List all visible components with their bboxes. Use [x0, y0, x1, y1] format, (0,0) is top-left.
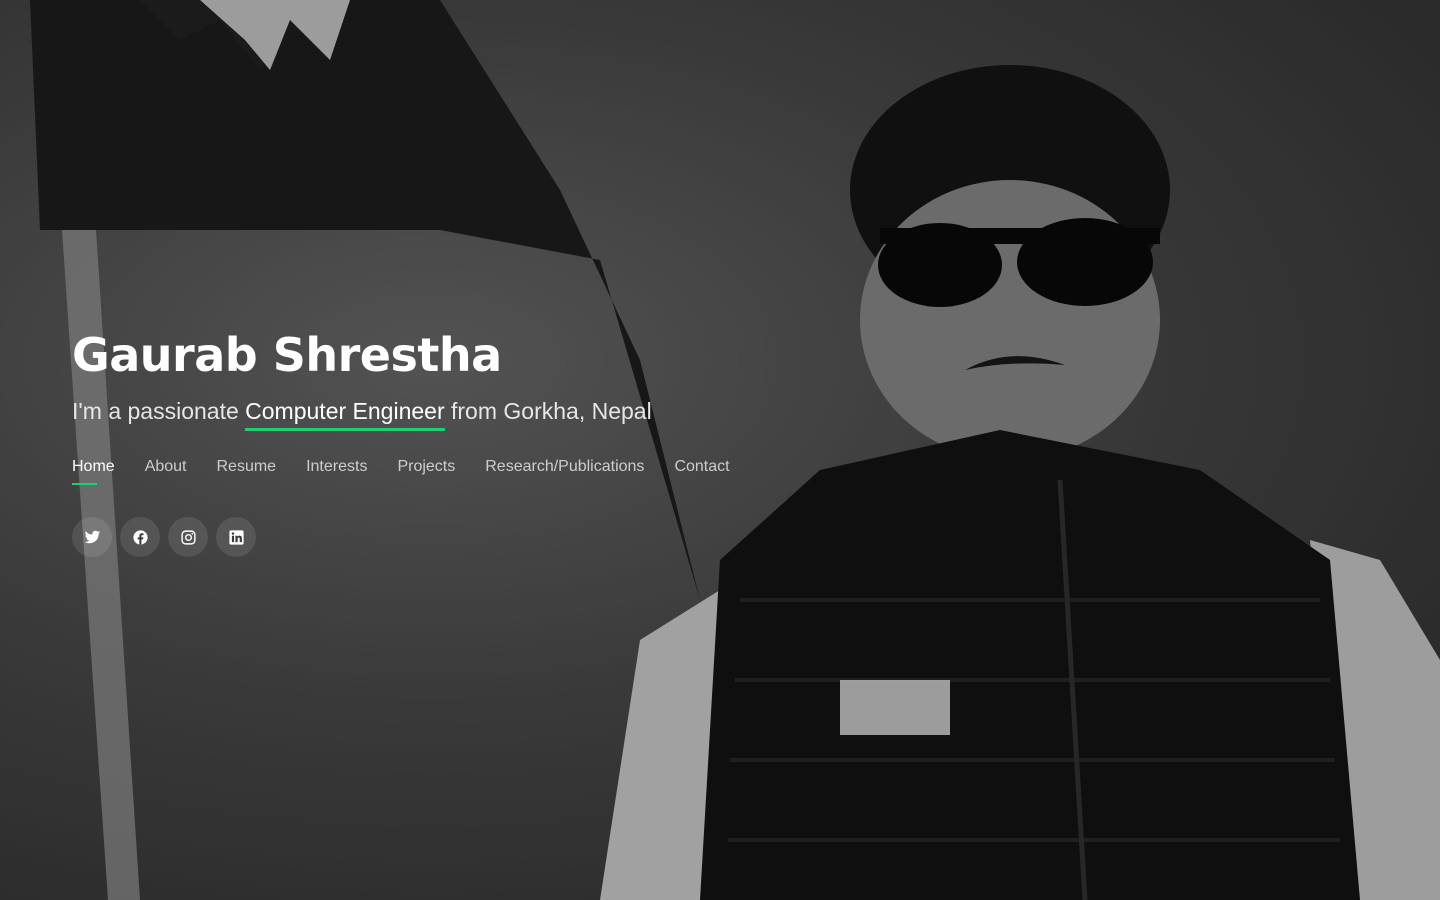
social-links	[72, 517, 760, 557]
linkedin-icon	[228, 529, 244, 545]
instagram-icon	[180, 529, 196, 545]
twitter-link[interactable]	[72, 517, 112, 557]
nav-interests[interactable]: Interests	[306, 457, 367, 483]
nav-research-publications[interactable]: Research/Publications	[485, 457, 644, 483]
nav-projects[interactable]: Projects	[397, 457, 455, 483]
nav-resume[interactable]: Resume	[217, 457, 277, 483]
main-nav: Home About Resume Interests Projects Res…	[72, 457, 760, 485]
nav-contact[interactable]: Contact	[674, 457, 729, 483]
tagline-suffix: from Gorkha, Nepal	[444, 398, 652, 424]
typed-profession: Computer Engineer	[245, 396, 445, 431]
tagline-prefix: I'm a passionate	[72, 398, 246, 424]
nav-home[interactable]: Home	[72, 457, 115, 485]
linkedin-link[interactable]	[216, 517, 256, 557]
tagline: I'm a passionate Computer Engineer from …	[72, 396, 760, 431]
nav-about[interactable]: About	[145, 457, 187, 483]
facebook-icon	[132, 529, 148, 545]
site-owner-name: Gaurab Shrestha	[72, 328, 502, 382]
hero-section: Gaurab Shrestha I'm a passionate Compute…	[0, 0, 1440, 900]
twitter-icon	[84, 530, 100, 543]
facebook-link[interactable]	[120, 517, 160, 557]
instagram-link[interactable]	[168, 517, 208, 557]
hero-content: Gaurab Shrestha I'm a passionate Compute…	[72, 326, 760, 557]
